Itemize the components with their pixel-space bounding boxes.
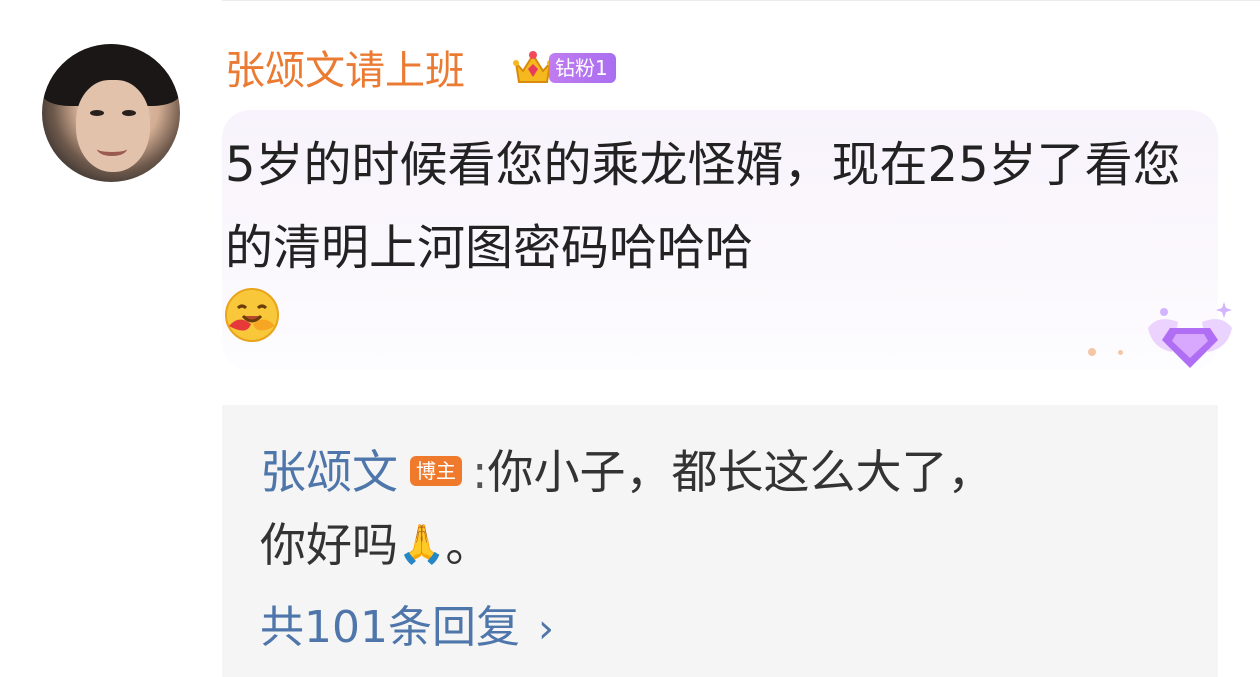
reply-separator: : bbox=[472, 445, 488, 499]
comment-username[interactable]: 张颂文请上班 bbox=[225, 44, 465, 98]
avatar[interactable] bbox=[42, 44, 180, 182]
reply-line-2: 你好吗🙏。 bbox=[260, 506, 491, 583]
reply-text-line2: 你好吗 bbox=[260, 518, 398, 572]
sparkle-dot bbox=[1118, 350, 1123, 355]
fan-badge: 钻粉1 bbox=[549, 53, 616, 83]
hug-face-icon bbox=[225, 288, 279, 342]
reply-text-line1: 你小子，都长这么大了， bbox=[487, 445, 994, 499]
reply-line-1: 张颂文 博主:你小子，都长这么大了， bbox=[260, 434, 994, 510]
crown-icon bbox=[513, 51, 553, 83]
sparkle-dot bbox=[1088, 348, 1096, 356]
reply-author[interactable]: 张颂文 bbox=[260, 445, 398, 499]
divider bbox=[222, 0, 1260, 1]
view-more-replies-link[interactable]: 共101条回复 › bbox=[260, 596, 554, 661]
diamond-wings-icon bbox=[1148, 302, 1232, 368]
more-replies-label: 共101条回复 bbox=[260, 602, 520, 653]
reply-period: 。 bbox=[445, 518, 492, 572]
chevron-right-icon: › bbox=[537, 606, 554, 652]
owner-badge: 博主 bbox=[410, 456, 462, 486]
folded-hands-icon: 🙏 bbox=[398, 522, 446, 566]
comment-text: 5岁的时候看您的乘龙怪婿，现在25岁了看您的清明上河图密码哈哈哈 bbox=[225, 137, 1181, 276]
